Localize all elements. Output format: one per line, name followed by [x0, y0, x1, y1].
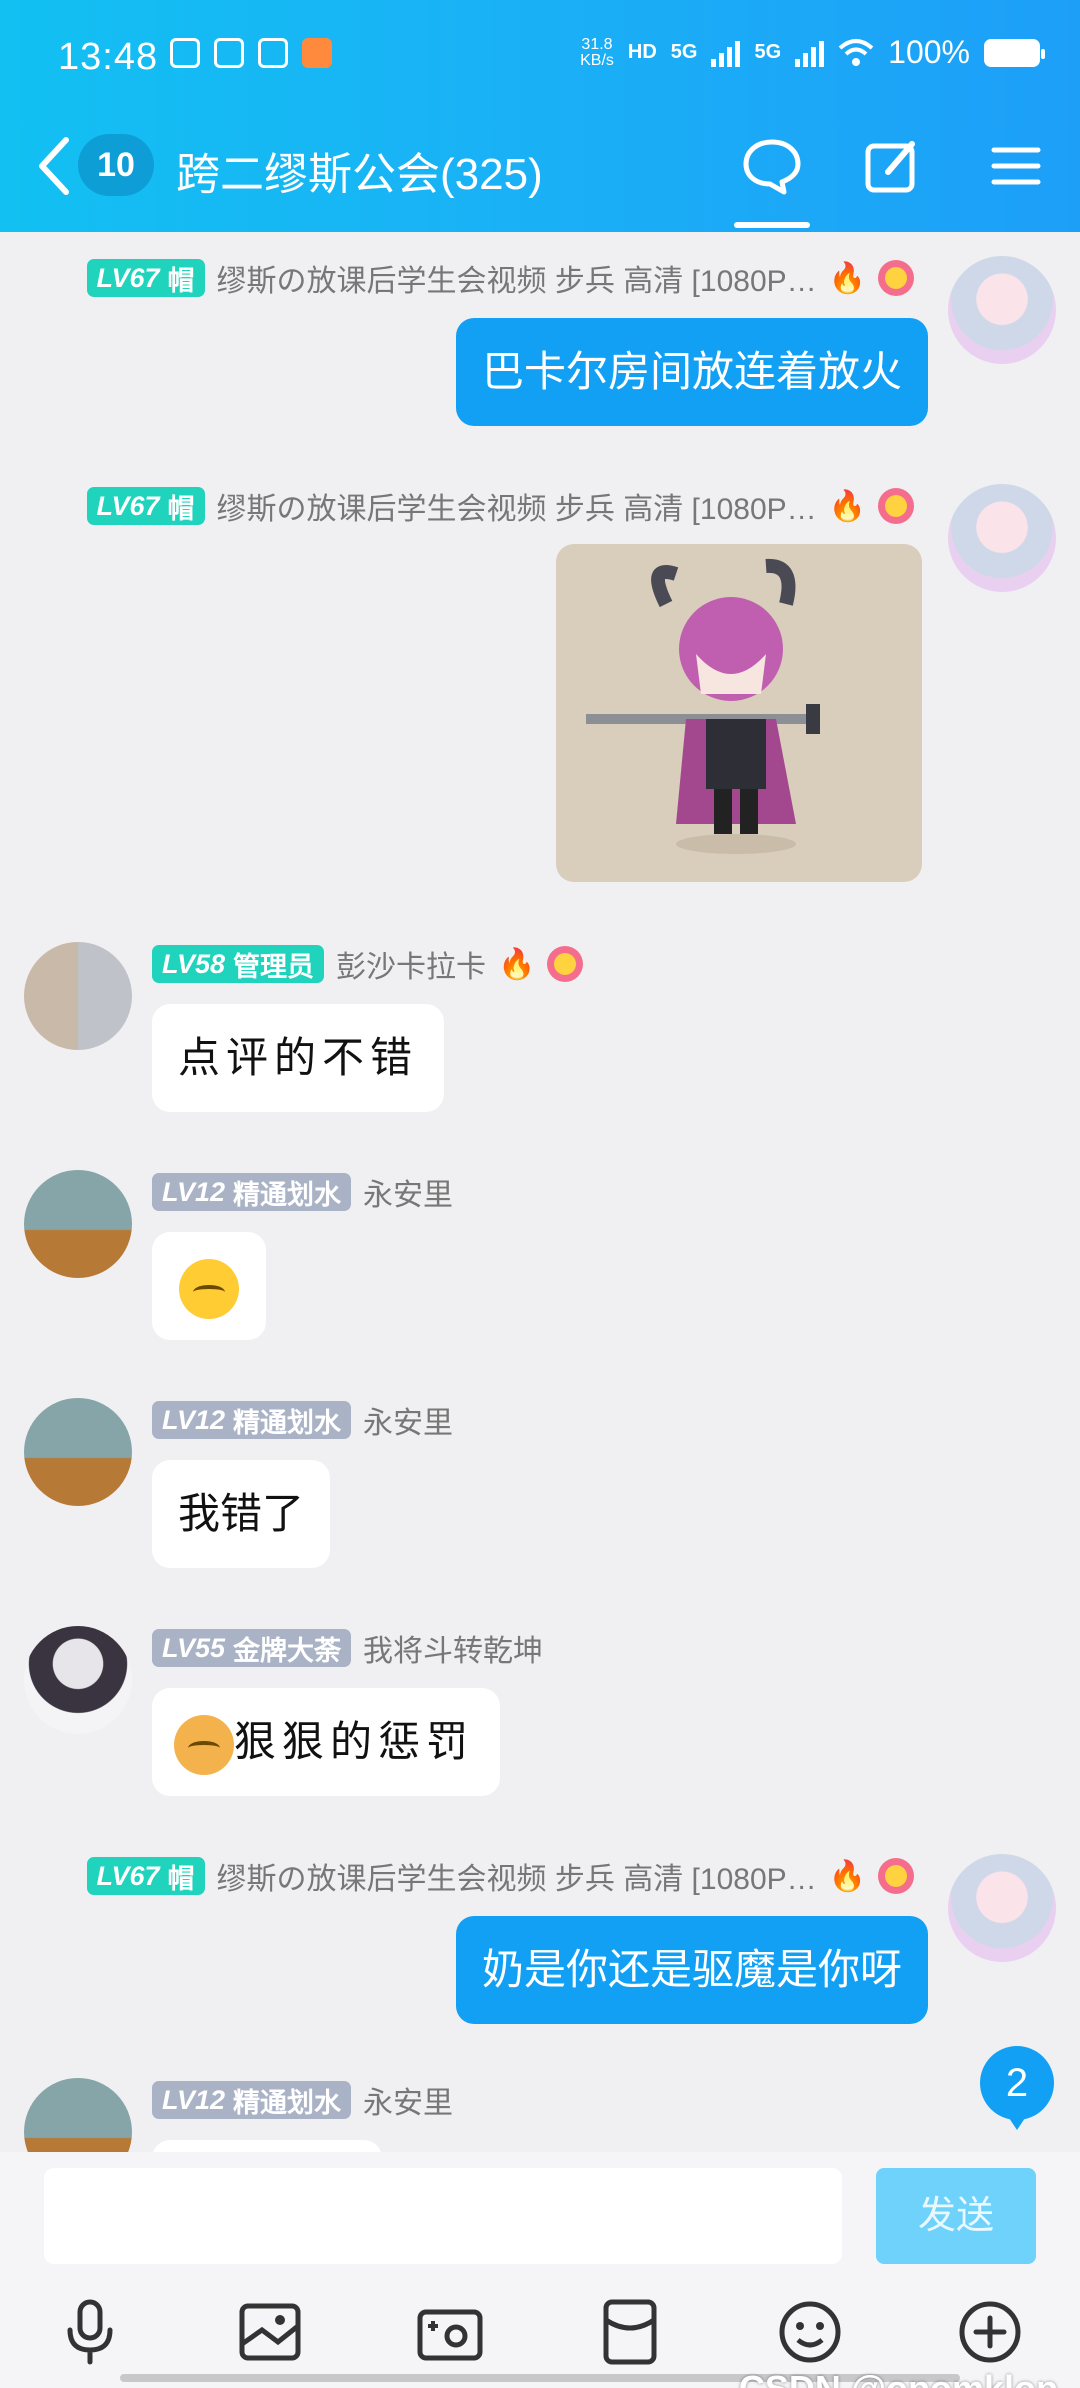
input-toolbar [0, 2296, 1080, 2376]
fire-icon: 🔥 [828, 261, 866, 295]
sender-name: 我将斗转乾坤 [363, 1635, 544, 1668]
level-badge: LV12 精通划水 [152, 1173, 352, 1211]
message-bubble[interactable]: 狠狠的惩罚 [152, 1688, 501, 1796]
sender-name: 缪斯の放课后学生会视频 步兵 高清 [1080P… [216, 1863, 817, 1896]
sender-info: LV12 精通划水 永安里 [152, 2078, 453, 2122]
chat-area[interactable]: LV67 帽 缪斯の放课后学生会视频 步兵 高清 [1080P… 🔥 巴卡尔房间放… [0, 232, 1080, 2152]
wifi-icon [838, 38, 874, 66]
avatar[interactable] [24, 1398, 132, 1506]
back-arrow-icon[interactable] [30, 134, 80, 198]
level-badge: LV67 帽 [86, 487, 205, 525]
signal-icon-1 [711, 39, 741, 67]
unread-count-badge[interactable]: 10 [78, 134, 154, 196]
level-badge: LV67 帽 [86, 1857, 205, 1895]
edit-icon[interactable] [860, 134, 924, 198]
sender-name: 永安里 [363, 1179, 454, 1212]
message-input[interactable] [44, 2168, 842, 2264]
flower-badge-icon [547, 946, 584, 982]
fire-icon: 🔥 [828, 1859, 866, 1893]
message-bubble[interactable] [152, 2140, 382, 2152]
network-speed: 31.8 KB/s [580, 35, 614, 69]
bilibili-icon [170, 38, 200, 68]
avatar[interactable] [948, 1854, 1056, 1962]
sender-info: LV67 帽 缪斯の放课后学生会视频 步兵 高清 [1080P… 🔥 [86, 484, 914, 528]
app-notification-icon [302, 38, 332, 68]
sender-name: 缪斯の放课后学生会视频 步兵 高清 [1080P… [216, 265, 817, 298]
flower-badge-icon [878, 1858, 914, 1894]
active-tab-indicator [734, 222, 810, 228]
anime-girl-sword-sticker [586, 558, 820, 854]
flower-badge-icon [878, 488, 914, 524]
sad-face-emoji-icon [179, 1258, 239, 1319]
plus-icon[interactable] [954, 2296, 1026, 2368]
notification-icons [170, 38, 332, 68]
new-messages-badge[interactable]: 2 [980, 2046, 1054, 2130]
sender-name: 彭沙卡拉卡 [336, 951, 487, 984]
chat-bubble-icon[interactable] [740, 134, 804, 198]
sender-name: 缪斯の放课后学生会视频 步兵 高清 [1080P… [216, 493, 817, 526]
message-bubble[interactable]: 点评的不错 [152, 1004, 445, 1112]
camera-icon[interactable] [414, 2296, 486, 2368]
dog-emoji-icon [174, 1715, 234, 1775]
image-icon[interactable] [234, 2296, 306, 2368]
message-bubble[interactable]: 巴卡尔房间放连着放火 [455, 318, 928, 426]
emoji-icon[interactable] [774, 2296, 846, 2368]
top-bar: 13:48 31.8 KB/s HD 5G 5G 100% 10 跨二缪斯公会(… [0, 0, 1080, 232]
avatar[interactable] [948, 484, 1056, 592]
input-panel: 发送 [0, 2152, 1080, 2388]
sender-name: 永安里 [363, 2087, 454, 2120]
sender-info: LV58 管理员 彭沙卡拉卡 🔥 [152, 942, 584, 986]
signal-icon-2 [795, 39, 825, 67]
message-bubble[interactable]: 奶是你还是驱魔是你呀 [455, 1916, 928, 2024]
status-right: 31.8 KB/s HD 5G 5G 100% [580, 34, 1045, 71]
net-label-1: 5G [670, 41, 698, 63]
sender-info: LV12 精通划水 永安里 [152, 1398, 453, 1442]
sticker-image[interactable] [556, 544, 922, 882]
fire-icon: 🔥 [828, 489, 866, 523]
red-packet-icon[interactable] [594, 2296, 666, 2368]
fire-icon: 🔥 [498, 947, 536, 981]
watermark: CSDN @opomklop [739, 2368, 1058, 2388]
status-time: 13:48 [58, 36, 159, 78]
sender-info: LV55 金牌大荼 我将斗转乾坤 [152, 1626, 543, 1670]
level-badge: LV58 管理员 [152, 945, 325, 983]
group-title: 跨二缪斯公会(325) [176, 150, 543, 199]
menu-icon[interactable] [984, 134, 1048, 198]
level-badge: LV12 精通划水 [152, 1401, 352, 1439]
level-badge: LV12 精通划水 [152, 2081, 352, 2119]
nav-bar: 10 跨二缪斯公会(325) [0, 118, 1080, 228]
avatar[interactable] [24, 1170, 132, 1278]
battery-icon [984, 38, 1045, 67]
avatar[interactable] [24, 942, 132, 1050]
sender-info: LV12 精通划水 永安里 [152, 1170, 453, 1214]
net-label-2: 5G [754, 41, 782, 63]
avatar[interactable] [24, 2078, 132, 2152]
sender-name: 永安里 [363, 1407, 454, 1440]
battery-percent: 100% [888, 34, 970, 70]
status-bar: 13:48 31.8 KB/s HD 5G 5G 100% [0, 30, 1080, 90]
paw-app-icon [258, 38, 288, 68]
avatar[interactable] [948, 256, 1056, 364]
level-badge: LV55 金牌大荼 [152, 1629, 352, 1667]
hd-icon: HD [627, 41, 657, 63]
message-bubble[interactable]: 我错了 [152, 1460, 331, 1568]
level-badge: LV67 帽 [86, 259, 205, 297]
avatar[interactable] [24, 1626, 132, 1734]
sender-info: LV67 帽 缪斯の放课后学生会视频 步兵 高清 [1080P… 🔥 [86, 1854, 914, 1898]
sender-info: LV67 帽 缪斯の放课后学生会视频 步兵 高清 [1080P… 🔥 [86, 256, 914, 300]
microphone-icon[interactable] [54, 2296, 126, 2368]
message-bubble[interactable] [152, 1232, 266, 1340]
gift-icon [214, 38, 244, 68]
flower-badge-icon [878, 260, 914, 296]
send-button[interactable]: 发送 [876, 2168, 1036, 2264]
